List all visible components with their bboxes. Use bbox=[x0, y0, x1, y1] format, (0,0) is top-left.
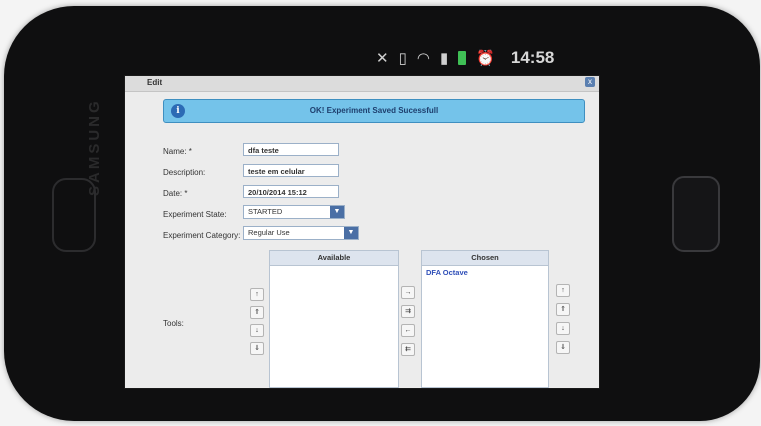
app-screen: Edit x i OK! Experiment Saved Sucessfull… bbox=[124, 75, 600, 389]
name-label: Name: * bbox=[163, 147, 192, 156]
description-label: Description: bbox=[163, 168, 206, 177]
chosen-move-down-button[interactable]: ↓ bbox=[556, 322, 570, 335]
add-button[interactable]: → bbox=[401, 286, 415, 299]
list-item[interactable]: DFA Octave bbox=[422, 266, 548, 279]
experiment-category-label: Experiment Category: bbox=[163, 231, 241, 240]
chevron-down-icon[interactable]: ▼ bbox=[344, 227, 358, 239]
remove-button[interactable]: ← bbox=[401, 324, 415, 337]
move-top-button[interactable]: ↑ bbox=[250, 288, 264, 301]
move-down-button[interactable]: ↓ bbox=[250, 324, 264, 337]
tools-label: Tools: bbox=[163, 319, 184, 328]
experiment-category-value: Regular Use bbox=[248, 228, 290, 237]
chosen-move-bottom-button[interactable]: ⇓ bbox=[556, 341, 570, 354]
date-label: Date: * bbox=[163, 189, 188, 198]
wifi-icon: ◠ bbox=[416, 50, 430, 67]
dialog-title: Edit bbox=[147, 78, 163, 87]
home-button[interactable] bbox=[672, 176, 720, 252]
date-field[interactable]: 20/10/2014 15:12 bbox=[243, 185, 339, 198]
experiment-category-select[interactable]: Regular Use ▼ bbox=[243, 226, 359, 240]
move-up-button[interactable]: ⇑ bbox=[250, 306, 264, 319]
experiment-state-label: Experiment State: bbox=[163, 210, 227, 219]
chosen-move-top-button[interactable]: ↑ bbox=[556, 284, 570, 297]
mute-icon: ✕ bbox=[376, 50, 389, 67]
vibrate-icon: ▯ bbox=[398, 50, 407, 67]
experiment-state-select[interactable]: STARTED ▼ bbox=[243, 205, 345, 219]
remove-all-button[interactable]: ⇇ bbox=[401, 343, 415, 356]
notice-text: OK! Experiment Saved Sucessfull bbox=[309, 106, 439, 115]
signal-icon: ▮ bbox=[439, 50, 449, 67]
dialog-titlebar: Edit x bbox=[125, 76, 599, 92]
status-time: 14:58 bbox=[510, 48, 555, 67]
add-all-button[interactable]: ⇉ bbox=[401, 305, 415, 318]
available-list[interactable]: Available bbox=[269, 250, 399, 388]
alarm-icon: ⏰ bbox=[476, 50, 495, 67]
side-key bbox=[52, 178, 96, 252]
available-header: Available bbox=[270, 251, 398, 266]
experiment-state-value: STARTED bbox=[248, 207, 283, 216]
move-bottom-button[interactable]: ⇓ bbox=[250, 342, 264, 355]
status-bar: ✕ ▯ ◠ ▮ ⏰ 14:58 bbox=[376, 46, 636, 70]
name-field[interactable]: dfa teste bbox=[243, 143, 339, 156]
chosen-move-up-button[interactable]: ⇑ bbox=[556, 303, 570, 316]
chosen-header: Chosen bbox=[422, 251, 548, 266]
description-field[interactable]: teste em celular bbox=[243, 164, 339, 177]
close-icon[interactable]: x bbox=[585, 77, 595, 87]
chevron-down-icon[interactable]: ▼ bbox=[330, 206, 344, 218]
battery-icon bbox=[458, 51, 467, 65]
success-message: i OK! Experiment Saved Sucessfull bbox=[163, 99, 585, 123]
chosen-list[interactable]: Chosen DFA Octave bbox=[421, 250, 549, 388]
